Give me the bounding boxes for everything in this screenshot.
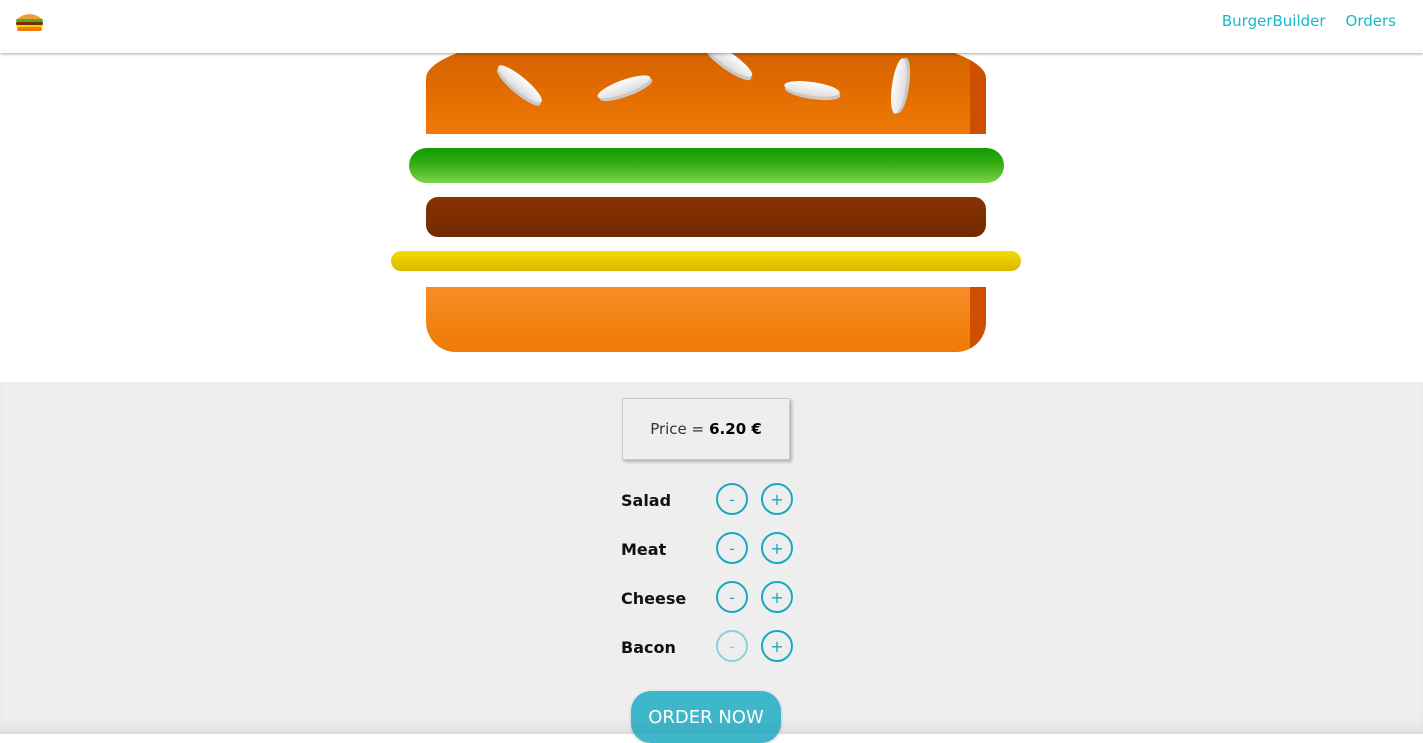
less-salad-button[interactable]: - [716,483,748,515]
less-bacon-button[interactable]: - [716,630,748,662]
control-row-meat: Meat - + [621,532,821,568]
bread-bottom-shade [970,287,986,352]
more-bacon-button[interactable]: + [761,630,793,662]
nav-burger-builder[interactable]: BurgerBuilder [1222,12,1326,30]
more-cheese-button[interactable]: + [761,581,793,613]
build-controls: Price = 6.20 € Salad - + Meat - + Cheese… [0,382,1423,743]
less-cheese-button[interactable]: - [716,581,748,613]
less-meat-button[interactable]: - [716,532,748,564]
ingredient-label: Meat [621,540,667,559]
toolbar: BurgerBuilder Orders [0,0,1423,53]
sesame-seed [783,78,841,100]
nav-orders[interactable]: Orders [1346,12,1396,30]
control-row-salad: Salad - + [621,483,821,519]
bread-top [426,53,986,134]
price-value: 6.20 € [709,420,762,438]
bread-top-shade [970,53,986,134]
more-salad-button[interactable]: + [761,483,793,515]
bread-bottom [426,287,986,352]
salad-layer [409,148,1004,183]
ingredient-label: Bacon [621,638,676,657]
ingredient-label: Salad [621,491,672,510]
sesame-seed [595,70,653,104]
bottom-shadow [0,716,1423,734]
sesame-seed [888,57,910,115]
price-display: Price = 6.20 € [622,398,790,460]
burger-preview [0,53,1423,382]
more-meat-button[interactable]: + [761,532,793,564]
meat-layer [426,197,986,237]
burger-logo-icon[interactable] [15,11,44,31]
price-label: Price = [650,420,705,438]
cheese-layer [391,251,1021,271]
control-row-cheese: Cheese - + [621,581,821,617]
control-row-bacon: Bacon - + [621,630,821,666]
sesame-seed [702,53,756,82]
main-nav: BurgerBuilder Orders [1222,12,1396,30]
ingredient-label: Cheese [621,589,687,608]
sesame-seed [494,60,546,108]
